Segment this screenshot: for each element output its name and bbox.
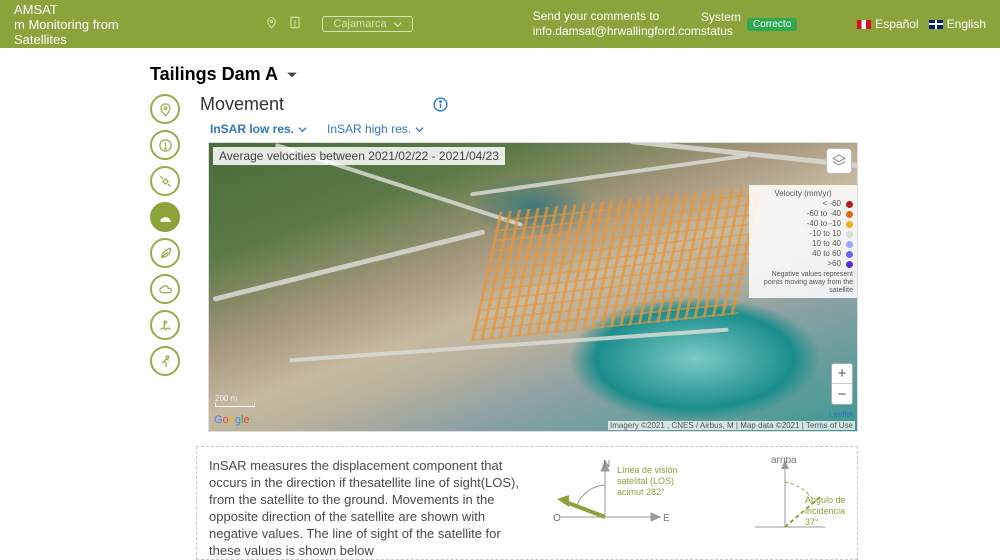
chevron-down-icon bbox=[393, 20, 402, 29]
compass-o: O bbox=[553, 513, 561, 524]
velocity-legend: Velocity (mm/yr) < -60-60 to -40-40 to -… bbox=[749, 185, 857, 298]
compass-e: E bbox=[663, 513, 670, 524]
svg-text:incidencia: incidencia bbox=[805, 506, 845, 516]
legend-row: < -60 bbox=[753, 199, 853, 209]
flag-pe-icon bbox=[857, 20, 871, 29]
tab-insar-low[interactable]: InSAR low res. bbox=[210, 122, 307, 136]
rail-run[interactable] bbox=[150, 346, 180, 376]
dam-title: Tailings Dam A bbox=[150, 64, 278, 85]
system-status: System status Correcto bbox=[701, 10, 797, 38]
lang-en[interactable]: English bbox=[929, 17, 986, 31]
layer-control[interactable] bbox=[826, 148, 852, 174]
status-label: System status bbox=[701, 10, 741, 38]
svg-text:37°: 37° bbox=[805, 517, 819, 527]
legend-swatch bbox=[846, 241, 853, 248]
tab-insar-high-label: InSAR high res. bbox=[327, 122, 411, 136]
legend-row: >60 bbox=[753, 259, 853, 269]
legend-note: Negative values represent points moving … bbox=[753, 271, 853, 295]
section-title: Movement bbox=[200, 94, 284, 115]
legend-swatch bbox=[846, 251, 853, 258]
rail-cloud[interactable] bbox=[150, 274, 180, 304]
legend-label: >60 bbox=[827, 259, 841, 269]
scale-label: 200 m bbox=[215, 394, 237, 403]
rail-satellite[interactable] bbox=[150, 166, 180, 196]
legend-swatch bbox=[846, 231, 853, 238]
svg-text:acimut 282°: acimut 282° bbox=[617, 487, 665, 497]
legend-row: 10 to 40 bbox=[753, 239, 853, 249]
tab-insar-high[interactable]: InSAR high res. bbox=[327, 122, 424, 136]
legend-label: 40 to 60 bbox=[812, 249, 841, 259]
status-badge: Correcto bbox=[747, 18, 797, 31]
zoom-in-button[interactable]: + bbox=[832, 364, 852, 384]
svg-text:satelital (LOS): satelital (LOS) bbox=[617, 476, 674, 486]
comment-line1: Send your comments to bbox=[533, 9, 701, 24]
leaflet-attrib[interactable]: Leaflet bbox=[829, 410, 853, 419]
map-caption: Average velocities between 2021/02/22 - … bbox=[213, 147, 505, 165]
legend-label: -10 to 10 bbox=[809, 229, 841, 239]
lang-en-label: English bbox=[947, 17, 986, 31]
rail-wave[interactable] bbox=[150, 310, 180, 340]
legend-swatch bbox=[846, 261, 853, 268]
zoom-out-button[interactable]: − bbox=[832, 384, 852, 404]
rail-ground[interactable] bbox=[150, 202, 180, 232]
compass-n: N bbox=[603, 459, 610, 470]
svg-text:Línea de visión: Línea de visión bbox=[617, 465, 678, 475]
google-logo: Google bbox=[214, 414, 250, 426]
doc-icon[interactable] bbox=[288, 15, 302, 33]
insar-explanation-text: InSAR measures the displacement componen… bbox=[209, 457, 525, 559]
insar-diagrams: N O E Línea de visión satelital (LOS) ac… bbox=[545, 457, 845, 559]
comment-line2: info.damsat@hrwallingford.com bbox=[533, 24, 701, 39]
comment-block: Send your comments to info.damsat@hrwall… bbox=[533, 9, 701, 39]
zoom-controls: + − bbox=[831, 363, 853, 405]
top-header: AMSAT m Monitoring from Satellites Cajam… bbox=[0, 0, 1000, 48]
map-attribution: Imagery ©2021 , CNES / Airbus, M | Map d… bbox=[608, 421, 855, 430]
region-selected-value: Cajamarca bbox=[333, 18, 386, 30]
rail-pin[interactable] bbox=[150, 94, 180, 124]
scale-bar: 200 m bbox=[215, 394, 255, 407]
location-icon[interactable] bbox=[265, 14, 278, 34]
flag-en-icon bbox=[929, 20, 943, 29]
chevron-down-icon bbox=[298, 125, 307, 134]
insar-tabs: InSAR low res. InSAR high res. bbox=[210, 122, 424, 136]
legend-swatch bbox=[846, 221, 853, 228]
legend-row: 40 to 60 bbox=[753, 249, 853, 259]
legend-label: < -60 bbox=[823, 199, 841, 209]
info-icon[interactable] bbox=[432, 96, 449, 118]
lang-es[interactable]: Español bbox=[857, 17, 918, 31]
dam-selector[interactable]: Tailings Dam A bbox=[150, 64, 298, 85]
legend-label: -60 to -40 bbox=[807, 209, 841, 219]
svg-text:Ángulo de: Ángulo de bbox=[805, 495, 845, 505]
brand: AMSAT m Monitoring from Satellites bbox=[14, 2, 122, 47]
legend-label: 10 to 40 bbox=[812, 239, 841, 249]
chevron-down-icon bbox=[286, 69, 298, 81]
section-rail bbox=[150, 94, 180, 376]
rail-leaf[interactable] bbox=[150, 238, 180, 268]
language-switch: Español English bbox=[857, 17, 986, 31]
chevron-down-icon bbox=[415, 125, 424, 134]
map-canvas[interactable]: Average velocities between 2021/02/22 - … bbox=[208, 142, 858, 432]
legend-swatch bbox=[846, 201, 853, 208]
tab-insar-low-label: InSAR low res. bbox=[210, 122, 294, 136]
insar-explanation-panel: InSAR measures the displacement componen… bbox=[196, 446, 858, 560]
region-select[interactable]: Cajamarca bbox=[322, 16, 412, 32]
header-action-icons: Cajamarca bbox=[265, 14, 412, 34]
legend-swatch bbox=[846, 211, 853, 218]
legend-row: -10 to 10 bbox=[753, 229, 853, 239]
rail-alert[interactable] bbox=[150, 130, 180, 160]
svg-text:arriba: arriba bbox=[771, 457, 797, 466]
legend-row: -60 to -40 bbox=[753, 209, 853, 219]
legend-title: Velocity (mm/yr) bbox=[753, 189, 853, 198]
brand-subtitle: m Monitoring from Satellites bbox=[14, 17, 122, 47]
legend-row: -40 to -10 bbox=[753, 219, 853, 229]
legend-label: -40 to -10 bbox=[807, 219, 841, 229]
brand-title: AMSAT bbox=[14, 2, 122, 17]
lang-es-label: Español bbox=[875, 17, 918, 31]
